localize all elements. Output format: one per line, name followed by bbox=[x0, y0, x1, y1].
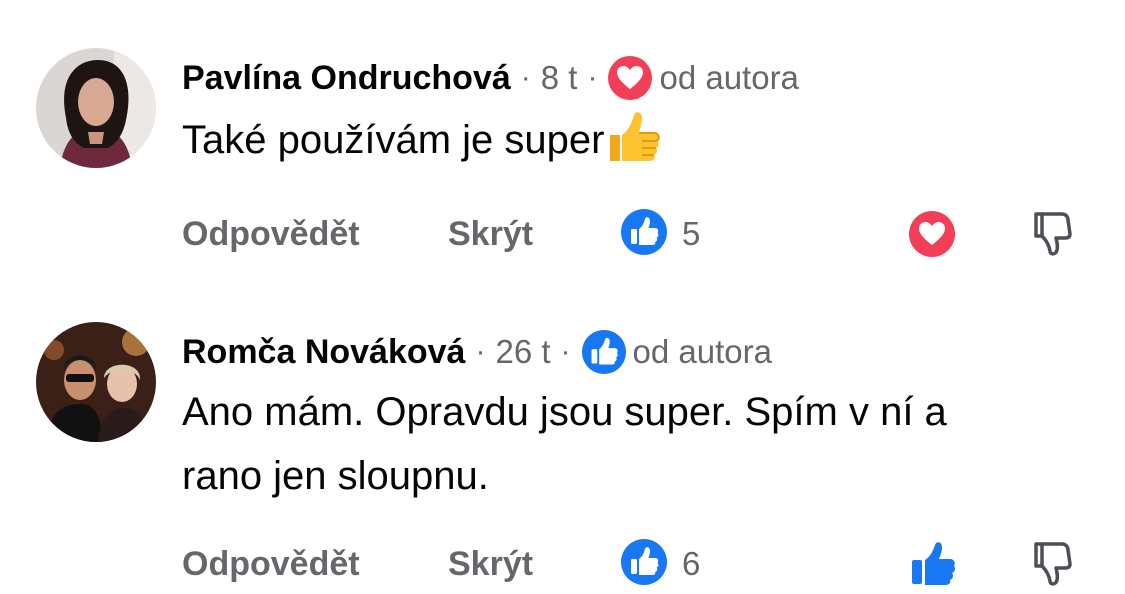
comment-text: Ano mám. Opravdu jsou super. Spím v ní a… bbox=[182, 380, 947, 508]
comment-time[interactable]: 8 t bbox=[541, 59, 578, 97]
comment-actions: Odpovědět Skrýt 6 bbox=[0, 534, 1125, 594]
separator-dot: · bbox=[520, 61, 531, 94]
author-badge-label: od autora bbox=[632, 333, 772, 370]
like-icon[interactable] bbox=[908, 540, 958, 588]
reply-button[interactable]: Odpovědět bbox=[182, 204, 360, 264]
thumbs-up-emoji-icon bbox=[604, 109, 662, 165]
like-reaction-icon bbox=[620, 208, 668, 261]
comment-text: Také používám je super bbox=[182, 108, 662, 172]
heart-reaction-icon bbox=[607, 55, 653, 101]
comment-time[interactable]: 26 t bbox=[495, 333, 550, 371]
author-badge-label: od autora bbox=[659, 59, 799, 96]
separator-dot: · bbox=[560, 335, 571, 368]
comment-meta: Pavlína Ondruchová · 8 t · od autora bbox=[182, 50, 799, 106]
dislike-icon[interactable] bbox=[1030, 540, 1074, 588]
comment-text-content: Také používám je super bbox=[182, 118, 605, 162]
comment-actions: Odpovědět Skrýt 5 bbox=[0, 204, 1125, 264]
hide-button[interactable]: Skrýt bbox=[448, 534, 533, 594]
like-count-number: 6 bbox=[682, 545, 701, 582]
reply-button[interactable]: Odpovědět bbox=[182, 534, 360, 594]
like-count[interactable]: 5 bbox=[620, 204, 700, 264]
like-reaction-icon bbox=[581, 329, 627, 375]
like-count[interactable]: 6 bbox=[620, 534, 700, 594]
avatar-romca[interactable] bbox=[36, 322, 156, 442]
author-name[interactable]: Pavlína Ondruchová bbox=[182, 59, 511, 98]
comment-text-line: rano jen sloupnu. bbox=[182, 454, 489, 498]
like-count-number: 5 bbox=[682, 215, 701, 252]
separator-dot: · bbox=[475, 335, 486, 368]
dislike-icon[interactable] bbox=[1030, 210, 1074, 258]
hide-button[interactable]: Skrýt bbox=[448, 204, 533, 264]
comment-text-line: Ano mám. Opravdu jsou super. Spím v ní a bbox=[182, 390, 947, 434]
author-name[interactable]: Romča Nováková bbox=[182, 333, 465, 372]
comment-meta: Romča Nováková · 26 t · od autora bbox=[182, 324, 772, 380]
separator-dot: · bbox=[587, 61, 598, 94]
like-reaction-icon bbox=[620, 538, 668, 591]
heart-reaction-icon[interactable] bbox=[908, 210, 956, 258]
avatar-pavlina[interactable] bbox=[36, 48, 156, 168]
